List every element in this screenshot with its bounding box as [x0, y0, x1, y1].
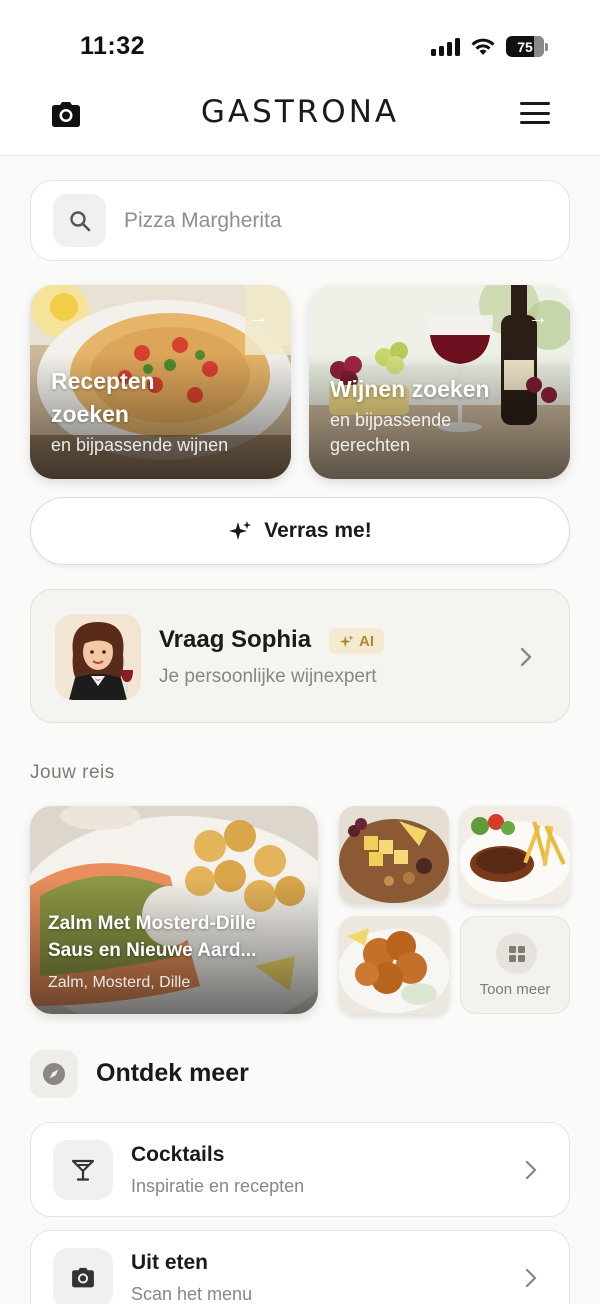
compass-icon — [30, 1050, 78, 1098]
sophia-subtitle: Je persoonlijke wijnexpert — [159, 666, 377, 687]
card-title-line2: zoeken — [51, 401, 129, 427]
sophia-avatar — [55, 614, 141, 700]
card-subtitle: en bijpassende wijnen — [51, 435, 229, 455]
hamburger-menu-icon[interactable] — [520, 102, 550, 124]
journey-section-label: Jouw reis — [30, 762, 115, 783]
list-item-cocktails[interactable]: Cocktails Inspiratie en recepten — [30, 1122, 570, 1217]
status-bar: 11:32 75 — [0, 0, 600, 80]
search-input[interactable] — [124, 201, 544, 241]
journey-thumb-fried-chicken[interactable] — [339, 916, 449, 1014]
sophia-title: Vraag Sophia — [159, 626, 312, 653]
arrow-right-icon: → — [528, 307, 548, 329]
chevron-right-icon — [525, 1268, 537, 1288]
camera-icon — [53, 1248, 113, 1304]
card-title-line1: Recepten — [51, 368, 155, 394]
surprise-me-button[interactable]: Verras me! — [30, 497, 570, 565]
battery-indicator: 75 — [506, 36, 548, 57]
search-bar[interactable] — [30, 180, 570, 261]
card-subtitle-line2: gerechten — [330, 435, 411, 455]
list-item-subtitle: Scan het menu — [131, 1284, 253, 1304]
status-icons: 75 — [431, 36, 548, 57]
card-wines-search[interactable]: → Wijnen zoeken en bijpassende gerechten — [309, 285, 570, 479]
cellular-signal-icon — [431, 37, 460, 56]
list-item-dine-out[interactable]: Uit eten Scan het menu — [30, 1230, 570, 1304]
grid-icon — [496, 933, 537, 974]
chevron-right-icon — [525, 1160, 537, 1180]
journey-title-line1: Zalm Met Mosterd-Dille — [48, 913, 256, 934]
sparkles-icon — [339, 634, 354, 647]
wifi-icon — [471, 38, 495, 55]
ai-badge-label: AI — [359, 632, 374, 650]
app-header: GASTRONA — [0, 80, 600, 156]
surprise-me-label: Verras me! — [264, 519, 372, 542]
journey-thumb-cheese-board[interactable] — [339, 806, 449, 904]
search-icon — [53, 194, 106, 247]
card-title: Wijnen zoeken — [330, 376, 490, 402]
arrow-right-icon: → — [249, 307, 269, 329]
cocktail-glass-icon — [53, 1140, 113, 1200]
show-more-label: Toon meer — [479, 981, 551, 998]
card-recipes-search[interactable]: → Recepten zoeken en bijpassende wijnen — [30, 285, 291, 479]
ask-sophia-card[interactable]: Vraag Sophia AI Je persoonlijke wijnexpe… — [30, 589, 570, 723]
list-item-subtitle: Inspiratie en recepten — [131, 1176, 305, 1196]
show-more-tile[interactable]: Toon meer — [460, 916, 570, 1014]
journey-recipe-card[interactable]: Zalm Met Mosterd-Dille Saus en Nieuwe Aa… — [30, 806, 318, 1014]
journey-thumb-steak-fries[interactable] — [460, 806, 570, 904]
explore-title: Ontdek meer — [96, 1059, 249, 1087]
card-subtitle-line1: en bijpassende — [330, 410, 452, 430]
list-item-title: Uit eten — [131, 1251, 209, 1274]
brand-logo: GASTRONA — [200, 94, 400, 130]
ai-badge: AI — [329, 628, 384, 654]
battery-percent: 75 — [517, 38, 533, 55]
journey-subtitle: Zalm, Mosterd, Dille — [48, 974, 191, 991]
status-time: 11:32 — [80, 32, 146, 60]
chevron-right-icon — [520, 647, 532, 667]
sparkles-icon — [229, 521, 252, 540]
journey-title-line2: Saus en Nieuwe Aard... — [48, 940, 257, 961]
list-item-title: Cocktails — [131, 1143, 225, 1166]
